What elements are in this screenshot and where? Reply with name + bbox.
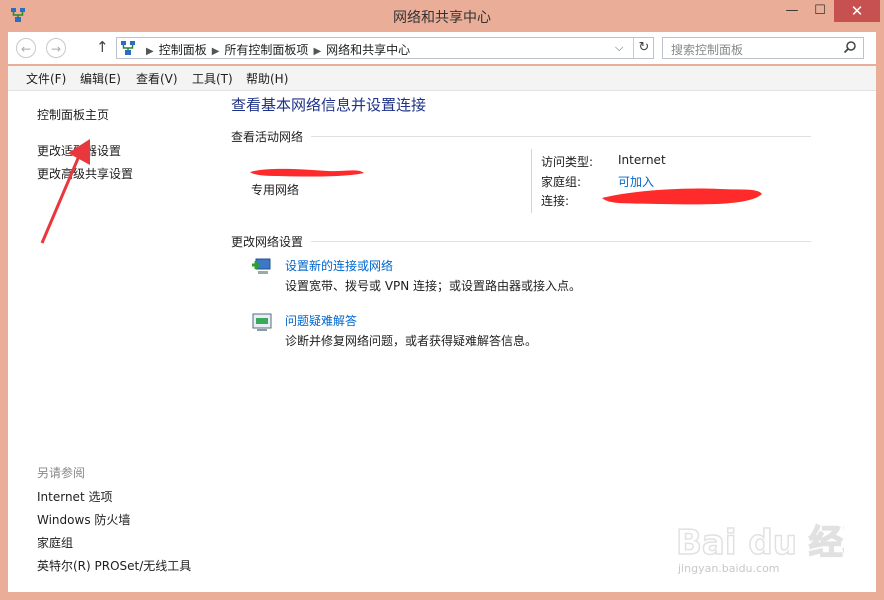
redacted-network-name <box>250 168 364 177</box>
control-panel-icon <box>121 41 135 55</box>
minimize-button[interactable]: — <box>778 0 806 22</box>
section-divider <box>311 241 811 242</box>
breadcrumb-all-items[interactable]: 所有控制面板项 <box>224 43 308 57</box>
troubleshoot-link[interactable]: 问题疑难解答 <box>285 312 357 329</box>
menu-tools[interactable]: 工具(T) <box>192 70 233 87</box>
page-title: 查看基本网络信息并设置连接 <box>231 96 427 114</box>
sidebar-link-intel-proset[interactable]: 英特尔(R) PROSet/无线工具 <box>37 557 191 574</box>
breadcrumb-network-center[interactable]: 网络和共享中心 <box>326 43 410 57</box>
address-bar[interactable]: ▶ 控制面板 ▶ 所有控制面板项 ▶ 网络和共享中心 ⌵ ↻ <box>116 37 654 59</box>
menu-edit[interactable]: 编辑(E) <box>80 70 121 87</box>
refresh-button[interactable]: ↻ <box>633 38 654 58</box>
access-type-value: Internet <box>618 153 666 167</box>
menu-help[interactable]: 帮助(H) <box>246 70 288 87</box>
troubleshoot-desc: 诊断并修复网络问题，或者获得疑难解答信息。 <box>285 334 538 348</box>
search-input[interactable]: 搜索控制面板 <box>662 37 864 59</box>
breadcrumb-chevron-icon: ▶ <box>313 46 322 57</box>
forward-button[interactable]: → <box>46 38 66 58</box>
vertical-divider <box>531 149 532 213</box>
active-network-heading: 查看活动网络 <box>231 130 304 144</box>
breadcrumb-control-panel[interactable]: 控制面板 <box>159 43 207 57</box>
section-divider <box>311 136 811 137</box>
annotation-arrow <box>40 139 90 244</box>
network-sharing-window: 网络和共享中心 — ☐ ✕ ← → ↑ ▶ 控制面板 ▶ 所有控制面板项 ▶ 网络和共享中… <box>0 0 884 600</box>
redacted-connection-name <box>602 188 762 205</box>
search-icon <box>843 41 856 54</box>
homegroup-label: 家庭组: <box>541 175 582 189</box>
sidebar-link-internet-options[interactable]: Internet 选项 <box>37 488 112 505</box>
setup-connection-desc: 设置宽带、拨号或 VPN 连接；或设置路由器或接入点。 <box>285 279 582 293</box>
menu-bar: 文件(F) 编辑(E) 查看(V) 工具(T) 帮助(H) <box>8 66 876 91</box>
search-placeholder: 搜索控制面板 <box>671 43 744 57</box>
address-row: ← → ↑ ▶ 控制面板 ▶ 所有控制面板项 ▶ 网络和共享中心 ⌵ ↻ 搜索控制面板 <box>8 32 876 64</box>
title-bar: 网络和共享中心 — ☐ ✕ <box>0 0 884 30</box>
network-type: 专用网络 <box>251 183 300 197</box>
watermark-text: Bai du 经验 <box>676 523 844 563</box>
troubleshoot-icon <box>252 313 272 331</box>
window-title: 网络和共享中心 <box>393 10 491 26</box>
up-button[interactable]: ↑ <box>96 38 109 56</box>
chevron-down-icon[interactable]: ⌵ <box>615 41 623 55</box>
sidebar-link-home[interactable]: 控制面板主页 <box>37 106 109 123</box>
sidebar-link-homegroup[interactable]: 家庭组 <box>37 534 73 551</box>
setup-connection-link[interactable]: 设置新的连接或网络 <box>285 257 393 274</box>
access-type-label: 访问类型: <box>541 155 594 169</box>
sidebar-link-firewall[interactable]: Windows 防火墙 <box>37 511 130 528</box>
menu-view[interactable]: 查看(V) <box>136 70 178 87</box>
breadcrumb-chevron-icon: ▶ <box>211 46 220 57</box>
new-connection-icon <box>252 258 271 274</box>
breadcrumb-chevron-icon: ▶ <box>146 46 154 57</box>
see-also-heading: 另请参阅 <box>37 466 86 480</box>
connection-label: 连接: <box>541 194 570 208</box>
watermark-url: jingyan.baidu.com <box>678 562 780 575</box>
close-button[interactable]: ✕ <box>834 0 880 22</box>
maximize-button[interactable]: ☐ <box>806 0 834 22</box>
change-network-heading: 更改网络设置 <box>231 235 304 249</box>
back-button[interactable]: ← <box>16 38 36 58</box>
menu-file[interactable]: 文件(F) <box>26 70 66 87</box>
breadcrumb: ▶ 控制面板 ▶ 所有控制面板项 ▶ 网络和共享中心 <box>141 41 410 58</box>
